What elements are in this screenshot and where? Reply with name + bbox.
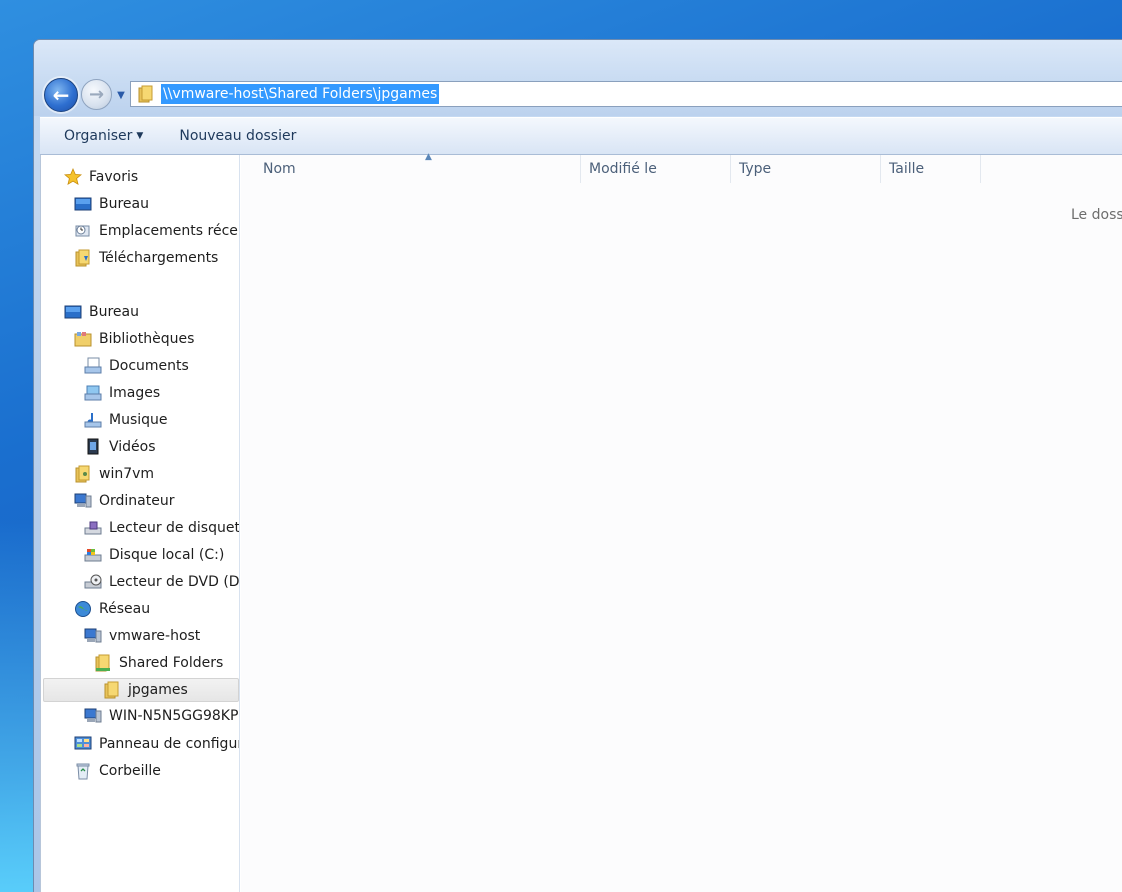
tree-item-label: Favoris	[89, 169, 139, 185]
tree-item-label: Disque local (C:)	[109, 547, 225, 563]
column-label: Nom	[263, 161, 296, 177]
network-computer-icon	[83, 626, 103, 646]
tree-item-label: Réseau	[99, 601, 151, 617]
organise-button[interactable]: Organiser ▼	[56, 124, 151, 148]
tree-item-desktop[interactable]: Bureau	[63, 300, 139, 324]
tree-item-label: WIN-N5N5GG98KP	[109, 708, 239, 724]
tree-item-label: Bibliothèques	[99, 331, 195, 347]
back-arrow-icon: ←	[52, 83, 70, 107]
images-icon	[83, 383, 103, 403]
tree-item-recycle-bin[interactable]: Corbeille	[73, 759, 161, 783]
desktop-icon	[73, 194, 93, 214]
tree-item-music[interactable]: Musique	[83, 408, 168, 432]
dvd-drive-icon	[83, 572, 103, 592]
music-icon	[83, 410, 103, 430]
file-list-pane[interactable]: Nom ▲ Modifié le Type Taille Le dossi	[241, 152, 1122, 892]
tree-item-vmware-host[interactable]: vmware-host	[83, 624, 200, 648]
tree-item-libraries[interactable]: Bibliothèques	[73, 327, 194, 351]
column-header-size[interactable]: Taille	[881, 155, 981, 183]
documents-icon	[83, 356, 103, 376]
command-bar: Organiser ▼ Nouveau dossier	[40, 117, 1122, 155]
tree-item-label: Lecteur de disquett	[109, 520, 240, 536]
sort-ascending-icon: ▲	[425, 152, 432, 162]
address-path-text[interactable]: \\vmware-host\Shared Folders\jpgames	[161, 84, 440, 104]
tree-item-label: jpgames	[128, 682, 188, 698]
tree-item-win-host[interactable]: WIN-N5N5GG98KP	[83, 704, 238, 728]
tree-item-recent-places[interactable]: Emplacements récen	[73, 219, 240, 243]
tree-item-label: Images	[109, 385, 161, 401]
tree-item-documents[interactable]: Documents	[83, 354, 189, 378]
tree-item-label: Corbeille	[99, 763, 161, 779]
shared-folder-icon	[93, 653, 113, 673]
tree-item-local-disk[interactable]: Disque local (C:)	[83, 543, 224, 567]
tree-item-label: Ordinateur	[99, 493, 175, 509]
tree-item-label: Vidéos	[109, 439, 156, 455]
videos-icon	[83, 437, 103, 457]
tree-item-jpgames[interactable]: jpgames	[43, 678, 239, 702]
folder-icon	[102, 680, 122, 700]
tree-item-dvd[interactable]: Lecteur de DVD (D:	[83, 570, 240, 594]
empty-folder-message: Le dossi	[1071, 207, 1122, 223]
tree-item-user[interactable]: win7vm	[73, 462, 154, 486]
floppy-drive-icon	[83, 518, 103, 538]
folder-icon	[135, 83, 157, 105]
explorer-window: ← → ▼ \\vmware-host\Shared Folders\jpgam…	[33, 39, 1122, 892]
downloads-folder-icon	[73, 248, 93, 268]
tree-item-label: Documents	[109, 358, 189, 374]
recent-places-icon	[73, 221, 93, 241]
hard-drive-icon	[83, 545, 103, 565]
navigation-pane[interactable]: Favoris Bureau Emplacements récen Téléch…	[41, 155, 240, 892]
control-panel-icon	[73, 734, 93, 754]
column-label: Type	[739, 161, 772, 177]
column-label: Modifié le	[589, 161, 657, 177]
tree-item-label: Emplacements récen	[99, 223, 240, 239]
tree-item-label: win7vm	[99, 466, 155, 482]
tree-item-images[interactable]: Images	[83, 381, 160, 405]
tree-item-label: Panneau de configur	[99, 736, 240, 752]
column-label: Taille	[889, 161, 925, 177]
tree-item-downloads[interactable]: Téléchargements	[73, 246, 218, 270]
tree-item-label: vmware-host	[109, 628, 201, 644]
network-computer-icon	[83, 706, 103, 726]
recent-pages-dropdown[interactable]: ▼	[115, 90, 127, 102]
column-headers: Nom ▲ Modifié le Type Taille	[241, 152, 1122, 183]
tree-item-floppy[interactable]: Lecteur de disquett	[83, 516, 240, 540]
column-header-type[interactable]: Type	[731, 155, 881, 183]
tree-item-shared-folders[interactable]: Shared Folders	[93, 651, 223, 675]
chevron-down-icon: ▼	[117, 90, 125, 101]
organise-label: Organiser	[64, 128, 133, 144]
tree-item-control-panel[interactable]: Panneau de configur	[73, 732, 240, 756]
tree-item-label: Bureau	[99, 196, 149, 212]
forward-arrow-icon: →	[88, 84, 105, 105]
libraries-icon	[73, 329, 93, 349]
back-button[interactable]: ←	[44, 78, 78, 112]
column-header-modified[interactable]: Modifié le	[581, 155, 731, 183]
user-folder-icon	[73, 464, 93, 484]
tree-item-label: Shared Folders	[119, 655, 224, 671]
tree-item-fav-desktop[interactable]: Bureau	[73, 192, 149, 216]
tree-item-label: Lecteur de DVD (D:	[109, 574, 240, 590]
tree-item-network[interactable]: Réseau	[73, 597, 150, 621]
recycle-bin-icon	[73, 761, 93, 781]
tree-item-label: Musique	[109, 412, 168, 428]
tree-item-computer[interactable]: Ordinateur	[73, 489, 175, 513]
forward-button[interactable]: →	[81, 79, 112, 110]
explorer-body: Favoris Bureau Emplacements récen Téléch…	[40, 152, 1122, 892]
desktop-icon	[63, 302, 83, 322]
chevron-down-icon: ▼	[136, 131, 144, 141]
tree-item-label: Bureau	[89, 304, 139, 320]
network-globe-icon	[73, 599, 93, 619]
tree-item-favorites[interactable]: Favoris	[63, 165, 138, 189]
tree-item-videos[interactable]: Vidéos	[83, 435, 156, 459]
address-bar[interactable]: \\vmware-host\Shared Folders\jpgames	[130, 81, 1122, 107]
computer-icon	[73, 491, 93, 511]
column-header-name[interactable]: Nom ▲	[255, 152, 581, 183]
tree-item-label: Téléchargements	[99, 250, 219, 266]
star-icon	[63, 167, 83, 187]
new-folder-button[interactable]: Nouveau dossier	[171, 124, 304, 148]
